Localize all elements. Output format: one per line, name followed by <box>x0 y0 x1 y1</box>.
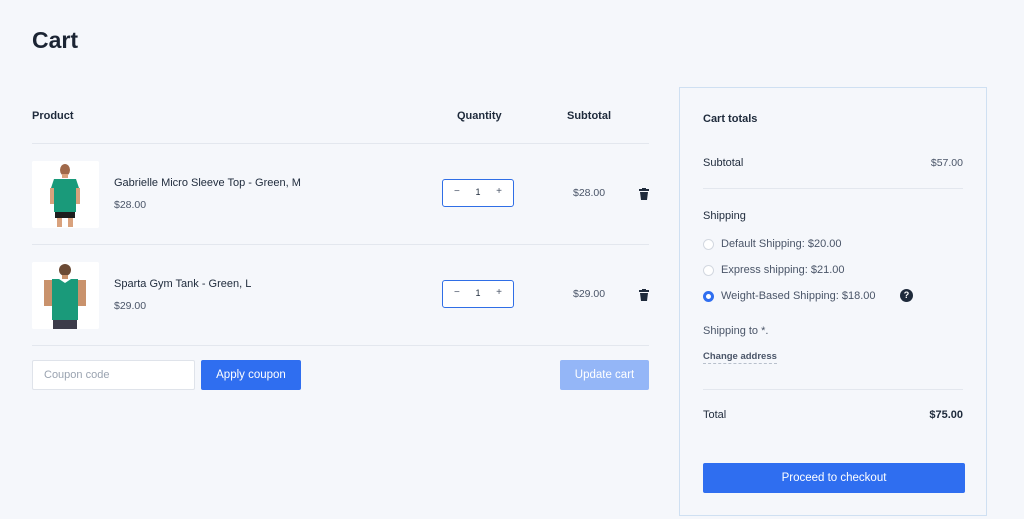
radio-button[interactable] <box>703 265 714 276</box>
cart-table: Product Quantity Subtotal Gabrielle Micr… <box>32 88 649 346</box>
proceed-to-checkout-button[interactable]: Proceed to checkout <box>703 463 965 493</box>
coupon-code-input[interactable] <box>32 360 195 390</box>
quantity-column-header: Quantity <box>457 110 502 122</box>
quantity-value[interactable]: 1 <box>443 187 513 197</box>
shipping-option-label[interactable]: Express shipping: $21.00 <box>721 264 845 276</box>
subtotal-value: $57.00 <box>930 157 963 169</box>
table-header: Product Quantity Subtotal <box>32 88 649 144</box>
product-image[interactable] <box>32 262 99 329</box>
row-subtotal: $29.00 <box>573 288 606 300</box>
quantity-stepper[interactable]: − 1 + <box>442 179 514 207</box>
shipping-option-label[interactable]: Weight-Based Shipping: $18.00 <box>721 290 876 302</box>
product-column-header: Product <box>32 110 74 122</box>
table-row: Sparta Gym Tank - Green, L $29.00 − 1 + … <box>32 245 649 346</box>
trash-icon[interactable] <box>639 289 649 301</box>
apply-coupon-button[interactable]: Apply coupon <box>201 360 301 390</box>
increase-quantity-button[interactable]: + <box>496 186 502 197</box>
subtotal-column-header: Subtotal <box>567 110 611 122</box>
quantity-stepper[interactable]: − 1 + <box>442 280 514 308</box>
shipping-option-label[interactable]: Default Shipping: $20.00 <box>721 238 841 250</box>
product-name[interactable]: Gabrielle Micro Sleeve Top - Green, M <box>114 177 301 189</box>
radio-button[interactable] <box>703 239 714 250</box>
cart-totals-title: Cart totals <box>703 113 758 125</box>
product-price: $29.00 <box>114 300 147 312</box>
product-price: $28.00 <box>114 199 147 211</box>
increase-quantity-button[interactable]: + <box>496 287 502 298</box>
quantity-value[interactable]: 1 <box>443 288 513 298</box>
radio-button-selected[interactable] <box>703 291 714 302</box>
help-icon[interactable]: ? <box>900 289 913 302</box>
table-row: Gabrielle Micro Sleeve Top - Green, M $2… <box>32 144 649 245</box>
shipping-label: Shipping <box>703 210 746 222</box>
change-address-link[interactable]: Change address <box>703 351 777 364</box>
product-name[interactable]: Sparta Gym Tank - Green, L <box>114 278 251 290</box>
trash-icon[interactable] <box>639 188 649 200</box>
shipping-to-text: Shipping to *. <box>703 325 769 337</box>
divider <box>703 188 963 189</box>
update-cart-button[interactable]: Update cart <box>560 360 649 390</box>
divider <box>703 389 963 390</box>
total-label: Total <box>703 409 727 421</box>
tank-green-icon <box>32 262 99 329</box>
subtotal-label: Subtotal <box>703 157 744 169</box>
tshirt-green-icon <box>32 161 99 228</box>
page-title: Cart <box>32 27 79 53</box>
total-value: $75.00 <box>929 409 963 421</box>
row-subtotal: $28.00 <box>573 187 606 199</box>
cart-totals-panel: Cart totals Subtotal $57.00 Shipping Def… <box>679 87 987 516</box>
product-image[interactable] <box>32 161 99 228</box>
